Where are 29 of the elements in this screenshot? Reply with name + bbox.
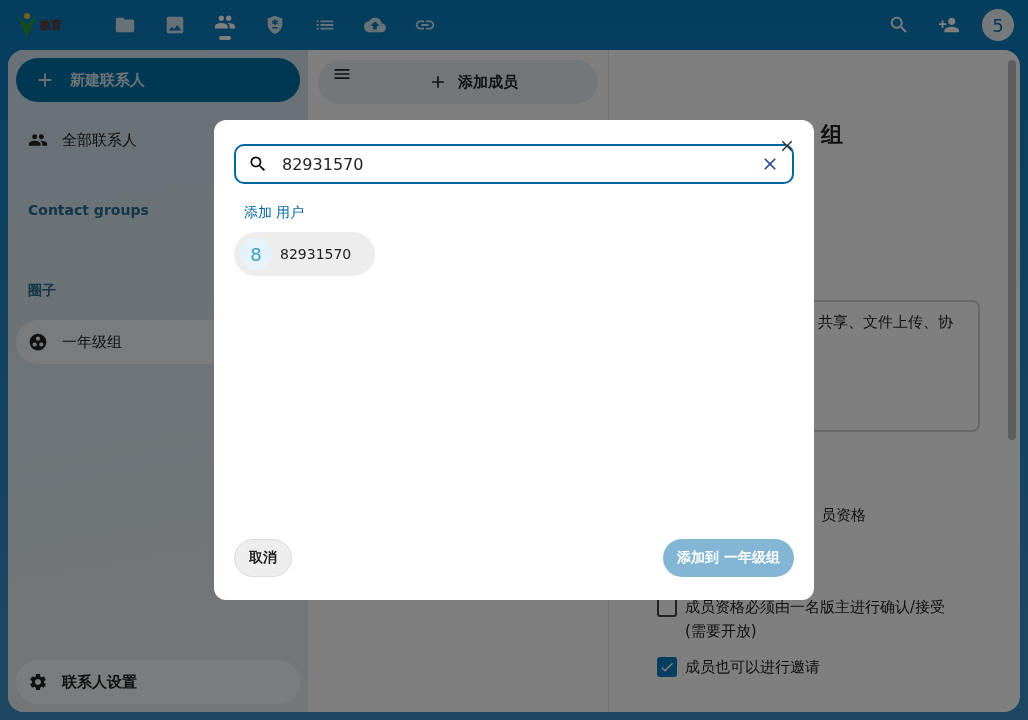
user-avatar: 8 <box>240 238 272 270</box>
active-indicator <box>219 35 231 40</box>
search-field[interactable]: 82931570 <box>234 144 794 184</box>
user-name: 82931570 <box>280 246 352 262</box>
image-icon <box>164 14 186 36</box>
user-avatar[interactable]: 5 <box>982 9 1014 41</box>
user-result[interactable]: 8 82931570 <box>234 232 376 276</box>
option-label: 成员资格必须由一名版主进行确认/接受 (需要开放) <box>685 597 947 642</box>
description-text: 共享、文件上传、协 <box>818 313 953 331</box>
section-heading: 圈子 <box>28 282 56 300</box>
search-icon <box>888 14 910 36</box>
section-label: 添加 用户 <box>244 204 306 222</box>
item-label: 全部联系人 <box>62 130 137 150</box>
search-input[interactable]: 82931570 <box>282 154 746 174</box>
item-label: 一年级组 <box>62 332 122 352</box>
add-member-button[interactable]: 添加成员 <box>318 60 598 104</box>
option-label: 员资格 <box>821 506 867 525</box>
settings-icon <box>28 672 48 692</box>
group-title: 组 <box>821 121 844 149</box>
search-icon <box>248 154 268 174</box>
logo-icon <box>16 12 38 38</box>
logo-text: 教育 <box>40 17 62 33</box>
section-heading: Contact groups <box>28 202 149 218</box>
new-contact-button[interactable]: 新建联系人 <box>16 58 300 102</box>
option-label: 成员也可以进行邀请 <box>685 657 821 678</box>
scrollbar[interactable] <box>1008 60 1016 440</box>
checkbox[interactable] <box>657 657 677 677</box>
cancel-button[interactable]: 取消 <box>234 539 292 577</box>
item-label: 联系人设置 <box>62 672 137 692</box>
